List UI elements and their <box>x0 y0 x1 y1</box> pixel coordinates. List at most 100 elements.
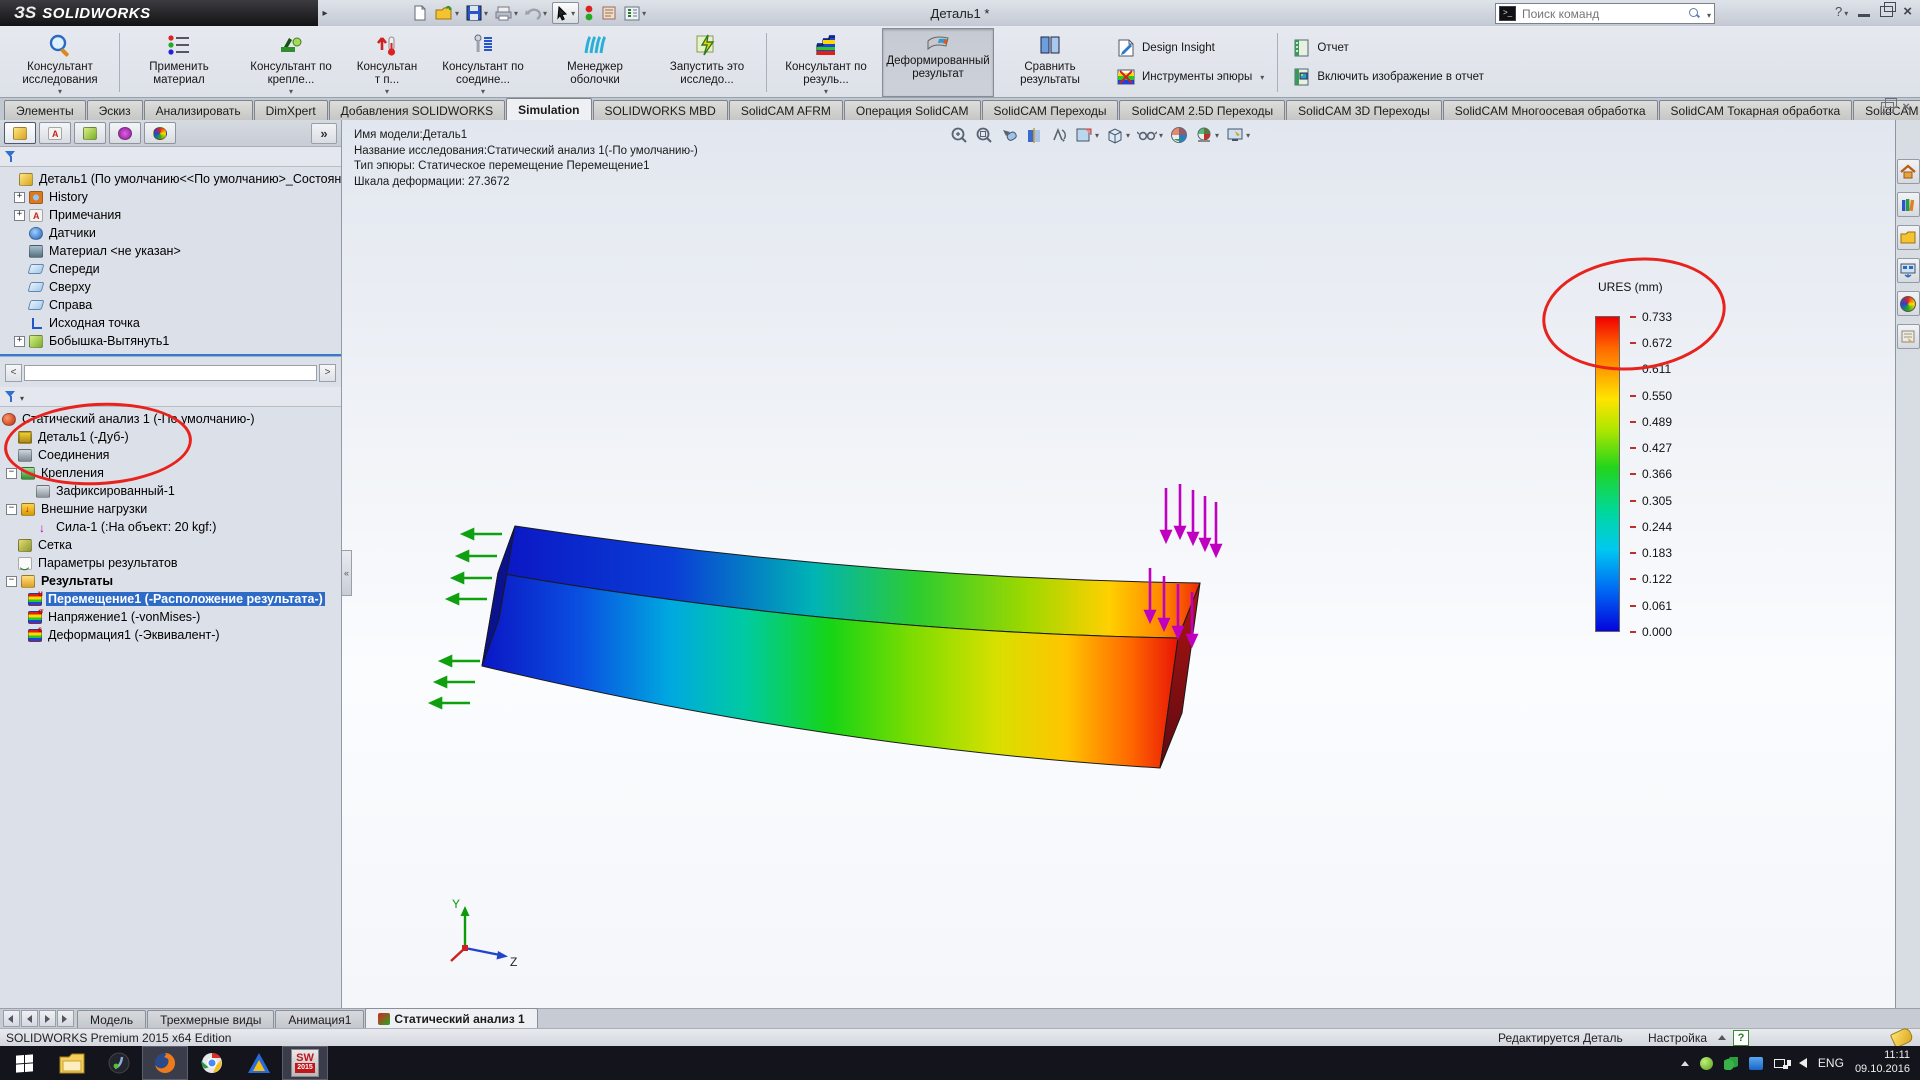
expand-icon[interactable] <box>14 192 25 203</box>
tab-sketch[interactable]: Эскиз <box>87 100 143 120</box>
graphics-viewport[interactable]: Имя модели:Деталь1 Название исследования… <box>342 120 1895 1008</box>
results-advisor-button[interactable]: Консультант по резуль... <box>770 28 882 97</box>
tree-item-results-folder[interactable]: Результаты <box>0 572 341 590</box>
doc-close-icon[interactable]: × <box>1902 101 1910 113</box>
last-tab-icon[interactable] <box>57 1010 74 1027</box>
tab-solidcam-transitions[interactable]: SolidCAM Переходы <box>982 100 1119 120</box>
tray-expand-icon[interactable] <box>1681 1061 1689 1066</box>
tree-item-strain-plot[interactable]: Деформация1 (-Эквивалент-) <box>0 626 341 644</box>
tree-filter-row[interactable] <box>0 147 341 167</box>
network-icon[interactable] <box>1774 1057 1788 1069</box>
appearances-scenes-icon[interactable] <box>1897 291 1920 316</box>
tab-solidcam-turning[interactable]: SolidCAM Токарная обработка <box>1659 100 1853 120</box>
tab-simulation[interactable]: Simulation <box>506 98 591 120</box>
tree-item-connections[interactable]: Соединения <box>0 446 341 464</box>
tree-item-material[interactable]: Материал <не указан> <box>0 242 341 260</box>
settings-label[interactable]: Настройка <box>1648 1031 1707 1045</box>
rollback-track[interactable] <box>24 365 317 381</box>
select-tool-button[interactable] <box>552 2 579 24</box>
close-icon[interactable]: × <box>1903 6 1912 18</box>
sync-tray-icon[interactable] <box>1724 1057 1738 1070</box>
shell-manager-button[interactable]: Менеджер оболочки <box>539 28 651 97</box>
loads-advisor-button[interactable]: Консультант п... <box>347 28 427 97</box>
taskbar-triangle-app[interactable] <box>235 1046 282 1080</box>
propertymanager-tab[interactable] <box>39 122 71 144</box>
dimxpertmanager-tab[interactable] <box>109 122 141 144</box>
doc-restore-icon[interactable] <box>1881 102 1894 113</box>
taskbar-audio-app[interactable] <box>95 1046 142 1080</box>
tab-model[interactable]: Модель <box>77 1010 146 1028</box>
tree-item-front-plane[interactable]: Спереди <box>0 260 341 278</box>
tree-item-sensors[interactable]: Датчики <box>0 224 341 242</box>
expand-icon[interactable] <box>14 336 25 347</box>
tab-3d-views[interactable]: Трехмерные виды <box>147 1010 274 1028</box>
restore-icon[interactable] <box>1880 6 1893 17</box>
tab-solidcam-3d[interactable]: SolidCAM 3D Переходы <box>1286 100 1442 120</box>
tab-animation1[interactable]: Анимация1 <box>275 1010 364 1028</box>
panel-splitter-handle[interactable] <box>342 550 352 596</box>
start-button[interactable] <box>0 1046 48 1080</box>
open-document-button[interactable] <box>433 3 461 23</box>
undo-button[interactable] <box>523 3 549 23</box>
tree-item-result-options[interactable]: Параметры результатов <box>0 554 341 572</box>
search-dropdown-icon[interactable] <box>1705 7 1711 21</box>
tab-evaluate[interactable]: Анализировать <box>144 100 253 120</box>
command-search[interactable]: >_ <box>1495 3 1715 24</box>
antivirus-tray-icon[interactable] <box>1700 1057 1713 1070</box>
tree-item-force[interactable]: Сила-1 (:На объект: 20 kgf:) <box>0 518 341 536</box>
tree-item-study-part[interactable]: Деталь1 (-Дуб-) <box>0 428 341 446</box>
file-properties-button[interactable] <box>599 3 619 23</box>
featuremanager-tree-tab[interactable] <box>4 122 36 144</box>
taskbar-solidworks[interactable]: SW2015 <box>282 1046 328 1080</box>
tree-item-right-plane[interactable]: Справа <box>0 296 341 314</box>
tab-solidworks-mbd[interactable]: SOLIDWORKS MBD <box>593 100 728 120</box>
tree-item-part-root[interactable]: Деталь1 (По умолчанию<<По умолчанию>_Сос… <box>0 170 341 188</box>
taskbar-firefox[interactable] <box>142 1046 188 1080</box>
tree-item-static-study[interactable]: Статический анализ 1 (-По умолчанию-) <box>0 410 341 428</box>
include-image-in-report-button[interactable]: Включить изображение в отчет <box>1291 67 1484 87</box>
options-button[interactable] <box>622 3 648 23</box>
tree-item-boss-extrude[interactable]: Бобышка-Вытянуть1 <box>0 332 341 350</box>
rollback-right-button[interactable]: > <box>319 364 336 382</box>
collapse-panel-button[interactable] <box>311 123 337 144</box>
help-icon[interactable]: ? <box>1835 4 1848 19</box>
first-tab-icon[interactable] <box>3 1010 20 1027</box>
compare-results-button[interactable]: Сравнить результаты <box>994 28 1106 97</box>
collapse-icon[interactable] <box>6 504 17 515</box>
tree-item-origin[interactable]: Исходная точка <box>0 314 341 332</box>
taskbar-explorer[interactable] <box>48 1046 95 1080</box>
displaymanager-tab[interactable] <box>144 122 176 144</box>
connections-advisor-button[interactable]: Консультант по соедине... <box>427 28 539 97</box>
file-explorer-icon[interactable] <box>1897 225 1920 250</box>
language-indicator[interactable]: ENG <box>1818 1056 1844 1070</box>
custom-properties-icon[interactable] <box>1897 324 1920 349</box>
tab-elements[interactable]: Элементы <box>4 100 86 120</box>
search-input[interactable] <box>1520 6 1684 22</box>
tree-item-mesh[interactable]: Сетка <box>0 536 341 554</box>
rollback-left-button[interactable]: < <box>5 364 22 382</box>
minimize-icon[interactable] <box>1858 14 1870 17</box>
design-insight-button[interactable]: Design Insight <box>1116 38 1264 58</box>
run-study-button[interactable]: Запустить это исследо... <box>651 28 763 97</box>
tab-static-study[interactable]: Статический анализ 1 <box>365 1008 537 1028</box>
tree-item-history[interactable]: History <box>0 188 341 206</box>
collapse-icon[interactable] <box>6 576 17 587</box>
quick-tips-icon[interactable]: ? <box>1733 1030 1749 1046</box>
previous-tab-icon[interactable] <box>21 1010 38 1027</box>
tree-item-fixtures[interactable]: Крепления <box>0 464 341 482</box>
apply-material-button[interactable]: Применить материал <box>123 28 235 97</box>
tree-item-external-loads[interactable]: Внешние нагрузки <box>0 500 341 518</box>
taskbar-chrome[interactable] <box>188 1046 235 1080</box>
toolbar-expand-icon[interactable] <box>318 2 332 24</box>
tree-item-stress-plot[interactable]: Напряжение1 (-vonMises-) <box>0 608 341 626</box>
view-palette-icon[interactable] <box>1897 258 1920 283</box>
design-library-icon[interactable] <box>1897 192 1920 217</box>
tab-solidcam-multiaxis[interactable]: SolidCAM Многоосевая обработка <box>1443 100 1658 120</box>
plot-tools-button[interactable]: Инструменты эпюры <box>1116 67 1264 87</box>
tab-dimxpert[interactable]: DimXpert <box>254 100 328 120</box>
remote-tray-icon[interactable] <box>1749 1057 1763 1070</box>
volume-icon[interactable] <box>1799 1058 1807 1068</box>
tree-item-fixed-geometry[interactable]: Зафиксированный-1 <box>0 482 341 500</box>
tree-split-bar[interactable] <box>0 354 341 357</box>
filter-dropdown-icon[interactable] <box>20 390 24 404</box>
